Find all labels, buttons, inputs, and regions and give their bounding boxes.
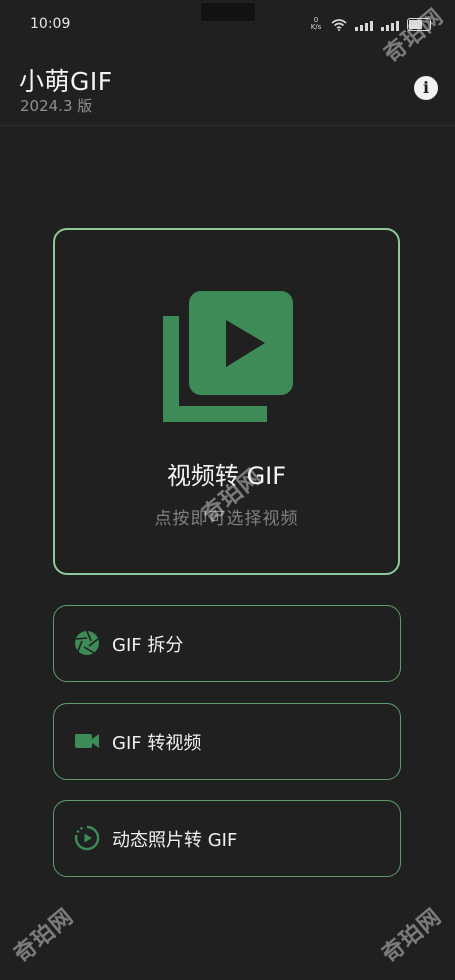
- gif-split-label: GIF 拆分: [112, 635, 184, 656]
- gif-to-video-label: GIF 转视频: [112, 733, 202, 754]
- app-version: 2024.3 版: [20, 97, 93, 115]
- videocam-icon: [75, 734, 99, 748]
- gif-to-video-button[interactable]: GIF 转视频: [53, 703, 401, 780]
- status-time: 10:09: [30, 16, 71, 32]
- info-button[interactable]: i: [414, 76, 438, 100]
- network-speed: 0 K/s: [310, 16, 322, 31]
- gif-split-button[interactable]: GIF 拆分: [53, 605, 401, 682]
- watermark: 奇珀网: [377, 904, 447, 968]
- motion-photo-to-gif-button[interactable]: 动态照片转 GIF: [53, 800, 401, 877]
- wifi-icon: [331, 19, 347, 31]
- aperture-icon: [75, 630, 99, 655]
- motion-photo-icon: [74, 825, 100, 851]
- video-to-gif-card[interactable]: 视频转 GIF 点按即可选择视频: [53, 228, 400, 575]
- info-icon: i: [422, 78, 430, 97]
- cellular-signal-icon: [355, 21, 373, 31]
- watermark: 奇珀网: [9, 904, 79, 968]
- camera-notch: [201, 3, 255, 21]
- video-library-icon: [163, 291, 293, 422]
- motion-photo-to-gif-label: 动态照片转 GIF: [112, 830, 238, 851]
- app-title: 小萌GIF: [19, 67, 113, 96]
